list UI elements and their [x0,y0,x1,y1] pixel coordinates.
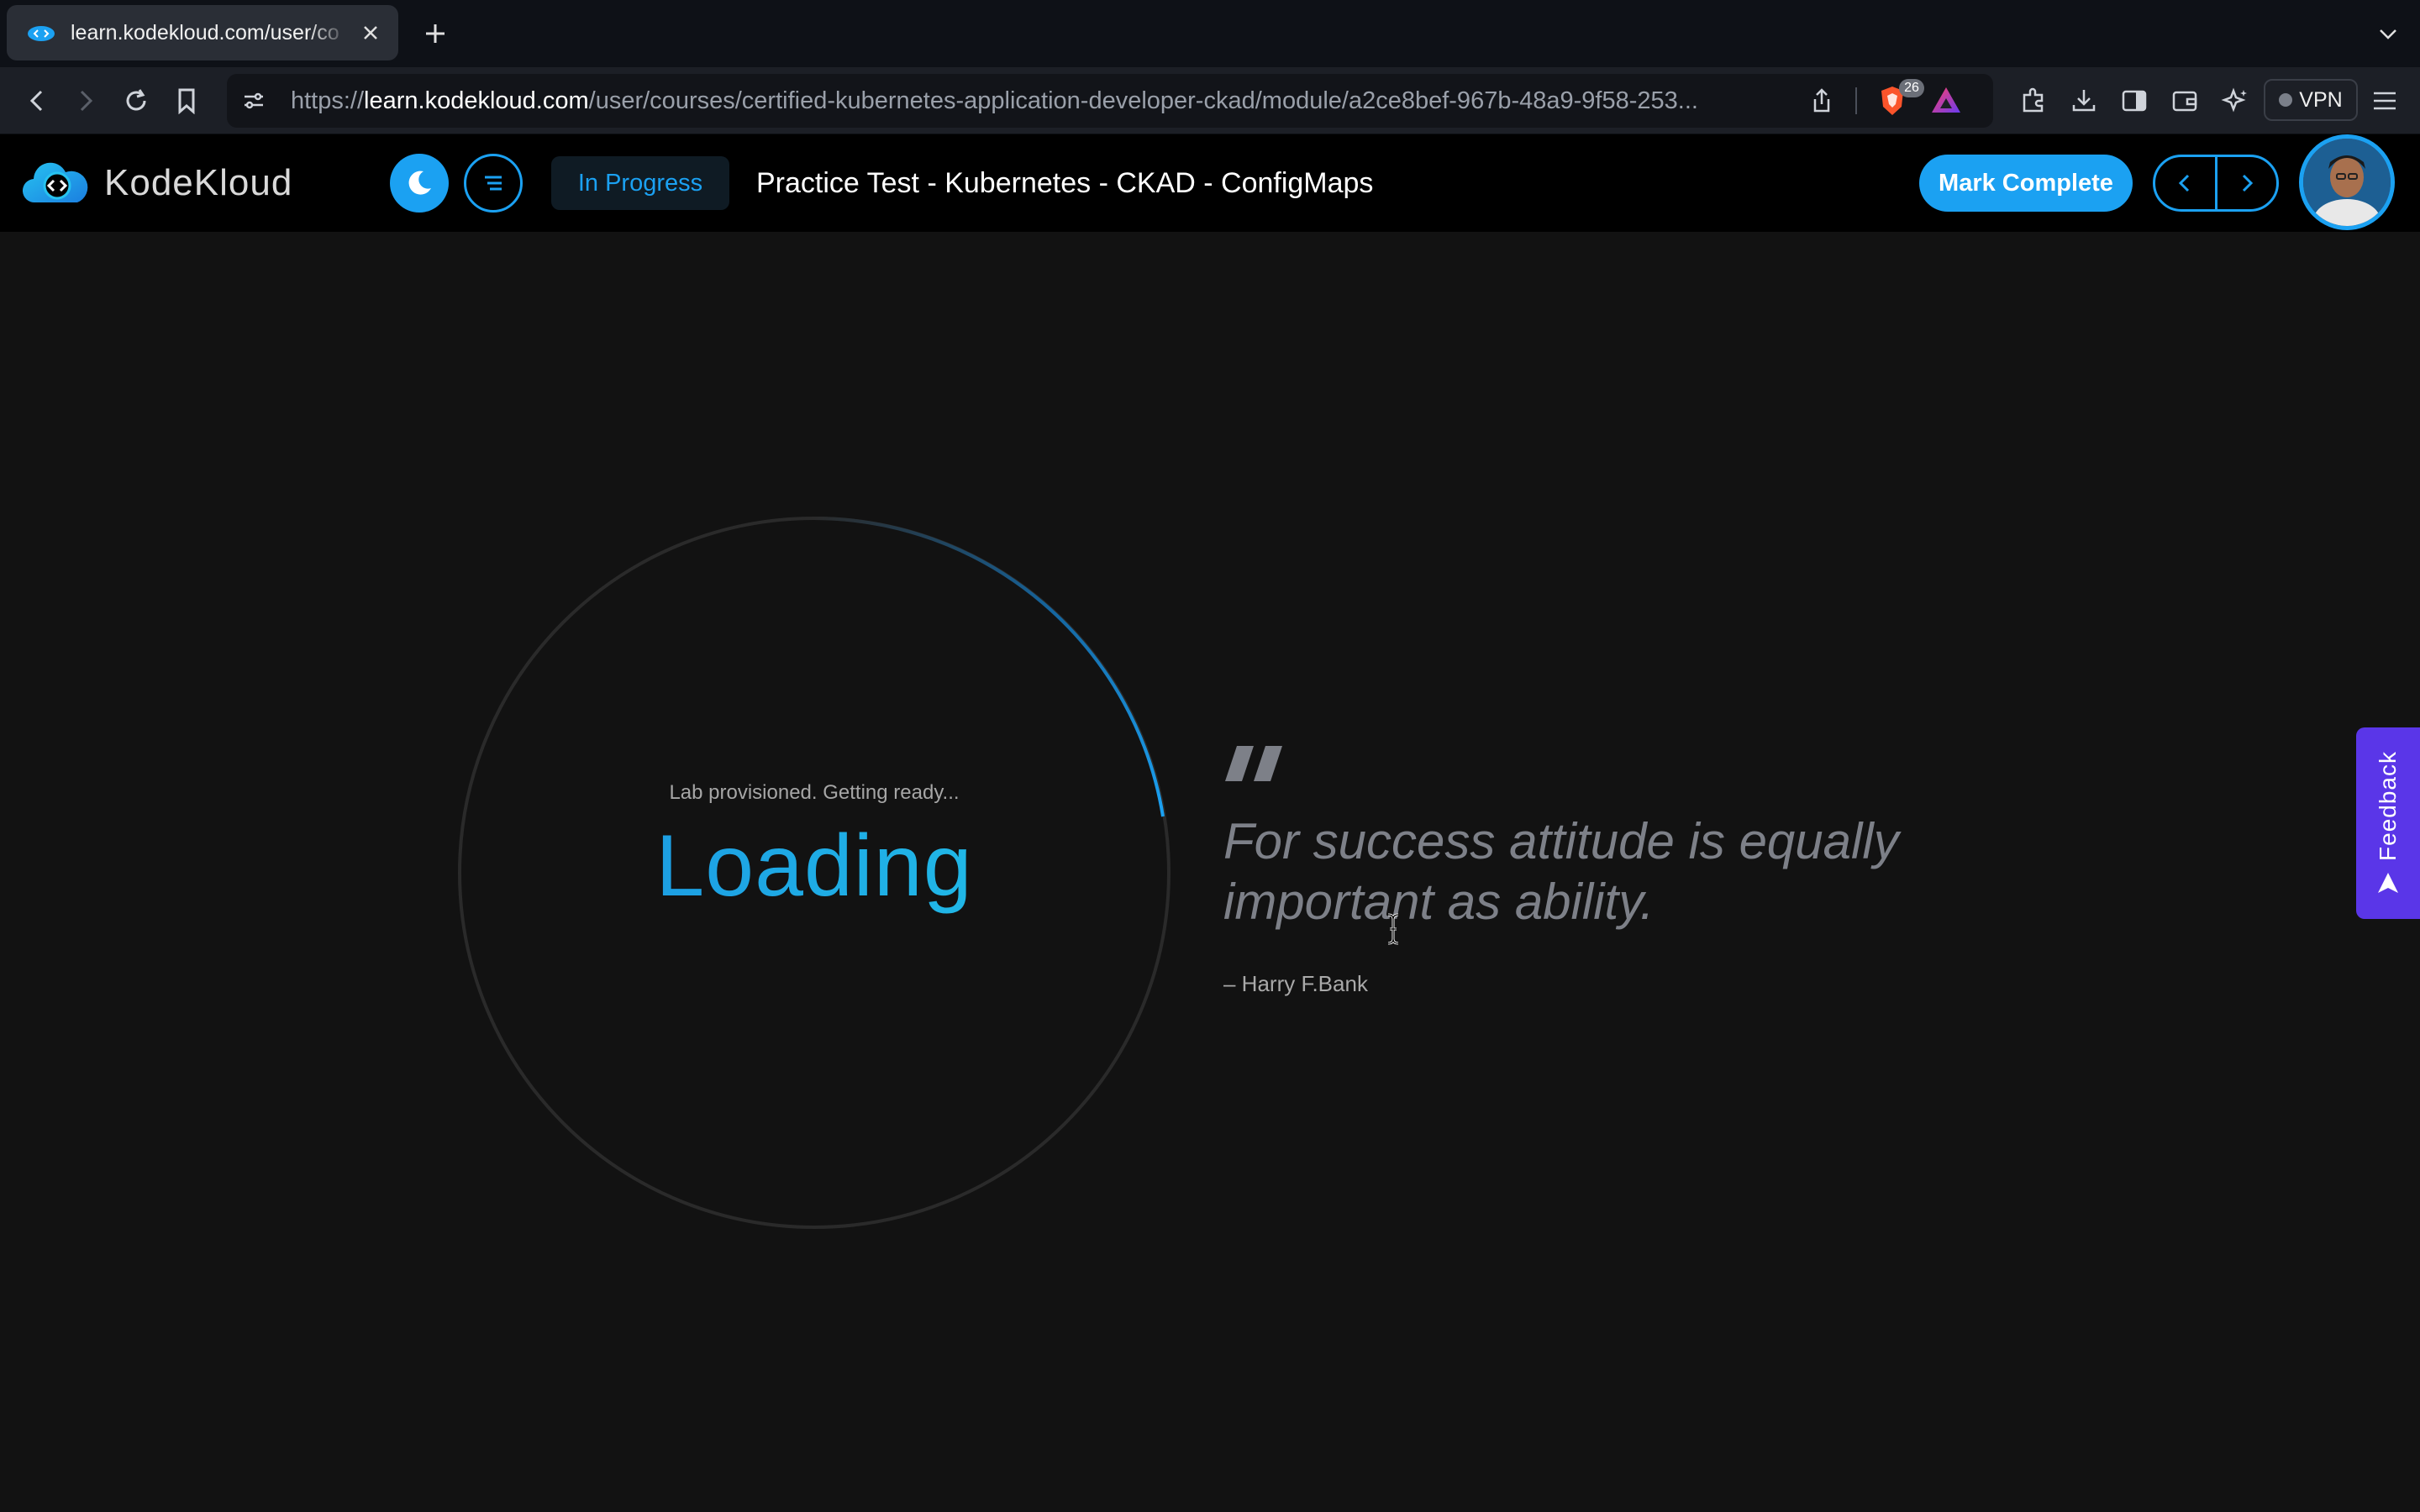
previous-lesson-button[interactable] [2155,157,2215,209]
progress-status-badge[interactable]: In Progress [551,156,729,210]
tab-title: learn.kodekloud.com/user/co [71,20,339,45]
reload-icon[interactable] [121,86,151,116]
vpn-button[interactable]: VPN [2264,79,2358,121]
site-settings-icon[interactable] [240,87,267,114]
kodekloud-logo[interactable]: KodeKloud [22,158,292,208]
leo-ai-icon[interactable] [2220,86,2250,116]
course-menu-button[interactable] [464,154,523,213]
quote-mark-icon [1225,746,1282,781]
url-separator [1855,87,1857,114]
lab-status-text: Lab provisioned. Getting ready... [669,781,960,804]
forward-icon[interactable] [71,86,101,116]
kodekloud-cloud-icon [22,162,88,203]
url-host: learn.kodekloud.com [364,87,589,114]
brave-rewards-icon[interactable] [1929,84,1963,118]
quote-text: For success attitude is equally importan… [1223,813,1899,930]
wallet-icon[interactable] [2170,86,2200,116]
new-tab-icon[interactable] [420,18,450,49]
url-text: https://learn.kodekloud.com/user/courses… [291,74,1702,128]
chevron-left-icon [2179,174,2190,192]
share-icon[interactable] [1807,86,1837,116]
moon-icon [408,171,431,195]
vpn-status-dot [2279,93,2293,107]
extensions-icon[interactable] [2018,86,2049,116]
browser-tab-bar: learn.kodekloud.com/user/co [0,0,2420,67]
url-field[interactable]: https://learn.kodekloud.com/user/courses… [227,74,1993,128]
list-menu-icon [485,176,502,191]
back-icon[interactable] [22,86,52,116]
user-portrait-icon [2303,139,2391,226]
theme-toggle-button[interactable] [390,154,449,213]
tab-search-chevron-icon[interactable] [2375,20,2402,47]
kodekloud-favicon-icon [28,26,55,41]
user-avatar[interactable] [2299,134,2395,230]
feedback-tab[interactable]: Feedback [2356,727,2420,919]
downloads-icon[interactable] [2069,86,2099,116]
url-path: /user/courses/certified-kubernetes-appli… [588,87,1698,114]
lesson-title: Practice Test - Kubernetes - CKAD - Conf… [756,167,1374,199]
mark-complete-button[interactable]: Mark Complete [1919,155,2133,212]
browser-menu-icon[interactable] [2370,86,2400,116]
url-scheme: https:// [291,87,365,114]
sidebar-toggle-icon[interactable] [2119,86,2149,116]
bookmark-icon[interactable] [171,86,202,116]
loading-label: Loading [457,816,1171,916]
lesson-pager [2153,155,2279,212]
feedback-label: Feedback [2375,750,2401,861]
shields-count-badge: 26 [1899,79,1924,97]
browser-tab[interactable]: learn.kodekloud.com/user/co [7,5,398,60]
address-toolbar: https://learn.kodekloud.com/user/courses… [0,67,2420,134]
brand-name: KodeKloud [104,162,293,203]
app-header: KodeKloud In Progress Practice Test - Ku… [0,134,2420,232]
text-cursor-icon [1387,913,1399,945]
send-arrow-icon [2378,873,2398,894]
quote-author: – Harry F.Bank [1223,971,1368,996]
tab-close-icon[interactable] [358,20,383,45]
next-lesson-button[interactable] [2217,157,2277,209]
chevron-right-icon [2242,174,2253,192]
vpn-label: VPN [2299,87,2343,112]
